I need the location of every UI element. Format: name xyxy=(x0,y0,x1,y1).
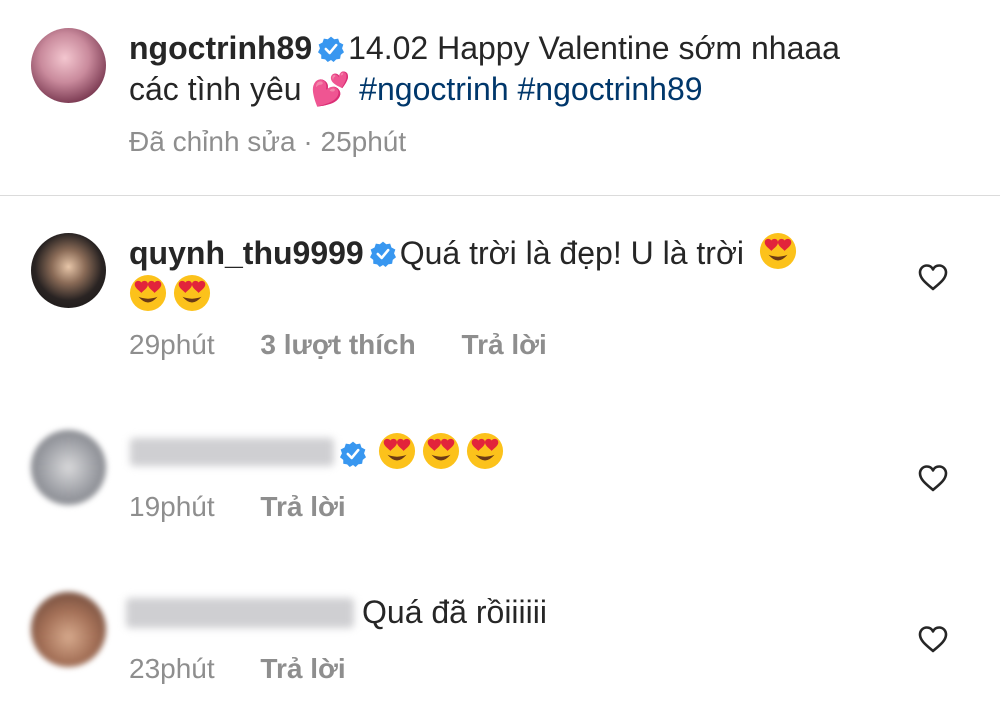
caption-text-line1: 14.02 Happy Valentine sớm nhaaa xyxy=(348,30,840,66)
caption-timestamp[interactable]: 25phút xyxy=(321,126,407,157)
heart-eyes-emoji-icon xyxy=(378,432,416,470)
caption-avatar[interactable] xyxy=(31,28,106,103)
comment-3-meta: 23phút Trả lời xyxy=(129,652,346,686)
edited-label: Đã chỉnh sửa xyxy=(129,126,296,157)
comment-1-line-2 xyxy=(129,274,217,314)
like-heart-icon[interactable] xyxy=(917,463,949,493)
comment-text: Quá đã rồiiiiii xyxy=(362,594,547,630)
caption-line-2: các tình yêu 💕 #ngoctrinh #ngoctrinh89 xyxy=(129,70,703,108)
caption-line-1: ngoctrinh89 14.02 Happy Valentine sớm nha… xyxy=(129,29,840,67)
blurred-username[interactable] xyxy=(126,598,354,628)
comment-avatar[interactable] xyxy=(31,592,106,667)
like-heart-icon[interactable] xyxy=(917,262,949,292)
reply-button[interactable]: Trả lời xyxy=(260,653,345,684)
blurred-username[interactable] xyxy=(130,438,334,466)
two-hearts-emoji: 💕 xyxy=(310,71,351,107)
verified-badge-icon xyxy=(318,36,344,62)
comment-avatar[interactable] xyxy=(31,430,106,505)
comment-avatar[interactable] xyxy=(31,233,106,308)
heart-eyes-emoji-icon xyxy=(129,274,167,312)
verified-badge-icon xyxy=(370,241,396,267)
like-heart-icon[interactable] xyxy=(917,624,949,654)
comment-timestamp[interactable]: 29phút xyxy=(129,329,215,360)
heart-eyes-emoji-icon xyxy=(759,232,797,270)
comment-timestamp[interactable]: 23phút xyxy=(129,653,215,684)
comment-3-line-1: Quá đã rồiiiiii xyxy=(362,593,547,631)
verified-badge-icon xyxy=(340,441,366,467)
meta-separator: · xyxy=(295,126,321,157)
comment-timestamp[interactable]: 19phút xyxy=(129,491,215,522)
reply-button[interactable]: Trả lời xyxy=(260,491,345,522)
caption-meta: Đã chỉnh sửa · 25phút xyxy=(129,125,406,159)
comment-text: Quá trời là đẹp! U là trời xyxy=(399,235,745,271)
comment-2-line-1 xyxy=(340,432,510,472)
heart-eyes-emoji-icon xyxy=(173,274,211,312)
caption-username[interactable]: ngoctrinh89 xyxy=(129,30,312,66)
caption-text-line2: các tình yêu xyxy=(129,71,302,107)
divider xyxy=(0,195,1000,196)
likes-count-button[interactable]: 3 lượt thích xyxy=(260,329,415,360)
comment-username[interactable]: quynh_thu9999 xyxy=(129,235,364,271)
heart-eyes-emoji-icon xyxy=(466,432,504,470)
caption-hashtags[interactable]: #ngoctrinh #ngoctrinh89 xyxy=(359,71,702,107)
heart-eyes-emoji-icon xyxy=(422,432,460,470)
reply-button[interactable]: Trả lời xyxy=(462,329,547,360)
comment-2-meta: 19phút Trả lời xyxy=(129,490,346,524)
comment-1-meta: 29phút 3 lượt thích Trả lời xyxy=(129,328,547,362)
comment-1-line-1: quynh_thu9999 Quá trời là đẹp! U là trời xyxy=(129,232,803,272)
